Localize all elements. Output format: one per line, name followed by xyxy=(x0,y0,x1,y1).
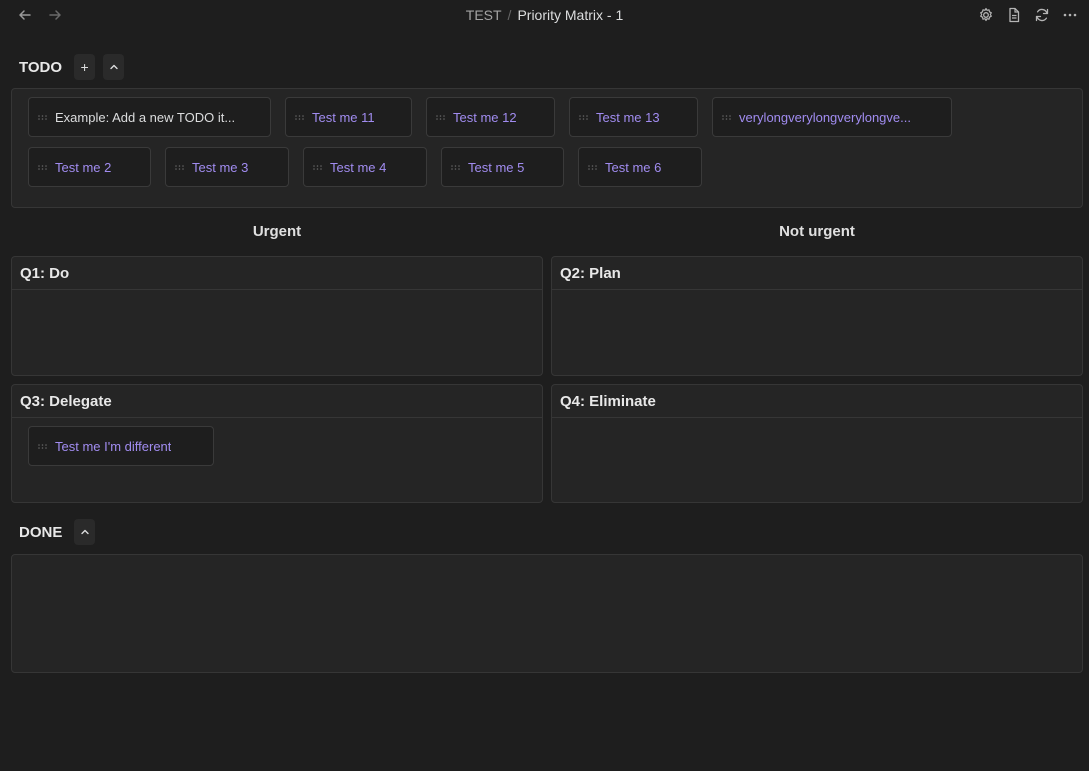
todo-card-label: verylongverylongverylongve... xyxy=(739,109,911,125)
add-todo-button[interactable]: + xyxy=(74,54,96,80)
drag-handle-icon[interactable] xyxy=(435,114,445,120)
refresh-icon xyxy=(1035,8,1049,22)
todo-header: TODO + xyxy=(19,54,125,80)
view-actions xyxy=(975,4,1081,26)
todo-card-label: Test me 4 xyxy=(330,159,387,175)
quadrant-divider xyxy=(12,289,542,290)
quadrant-title: Q1: Do xyxy=(20,265,70,282)
refresh-button[interactable] xyxy=(1031,4,1053,26)
drag-handle-icon[interactable] xyxy=(312,164,322,170)
quadrant-divider xyxy=(552,417,1082,418)
not-urgent-column-heading: Not urgent xyxy=(779,223,855,240)
todo-card[interactable]: Test me 5 xyxy=(441,147,564,187)
todo-card-label: Example: Add a new TODO it... xyxy=(55,109,236,125)
urgent-column-heading: Urgent xyxy=(252,223,302,240)
chevron-up-icon xyxy=(81,529,89,535)
todo-card[interactable]: Test me 11 xyxy=(285,97,412,137)
breadcrumb: TEST / Priority Matrix - 1 xyxy=(0,7,1089,23)
todo-card[interactable]: Test me I'm different xyxy=(28,426,214,466)
more-icon xyxy=(1063,13,1077,17)
quadrant-q2[interactable]: Q2: Plan xyxy=(551,256,1083,376)
quadrant-divider xyxy=(552,289,1082,290)
todo-card[interactable]: Example: Add a new TODO it... xyxy=(28,97,271,137)
todo-card-label: Test me 2 xyxy=(55,159,112,175)
reading-view-button[interactable] xyxy=(1003,4,1025,26)
todo-card[interactable]: verylongverylongverylongve... xyxy=(712,97,952,137)
quadrant-q3[interactable]: Q3: Delegate Test me I'm different xyxy=(11,384,543,503)
todo-card-label: Test me I'm different xyxy=(55,438,172,454)
done-title: DONE xyxy=(19,523,63,541)
breadcrumb-folder[interactable]: TEST xyxy=(466,7,502,23)
todo-card[interactable]: Test me 13 xyxy=(569,97,698,137)
drag-handle-icon[interactable] xyxy=(578,114,588,120)
todo-panel: Example: Add a new TODO it... Test me 11… xyxy=(11,88,1083,208)
drag-handle-icon[interactable] xyxy=(721,114,731,120)
quadrant-title: Q3: Delegate xyxy=(20,393,112,410)
title-bar: TEST / Priority Matrix - 1 xyxy=(0,0,1089,30)
settings-button[interactable] xyxy=(975,4,997,26)
todo-card-label: Test me 12 xyxy=(453,109,517,125)
done-panel[interactable] xyxy=(11,554,1083,673)
todo-card-label: Test me 11 xyxy=(312,109,375,125)
drag-handle-icon[interactable] xyxy=(587,164,597,170)
todo-card[interactable]: Test me 3 xyxy=(165,147,289,187)
todo-card[interactable]: Test me 6 xyxy=(578,147,702,187)
breadcrumb-file[interactable]: Priority Matrix - 1 xyxy=(517,7,623,23)
chevron-up-icon xyxy=(109,64,118,70)
collapse-done-button[interactable] xyxy=(74,519,96,545)
todo-title: TODO xyxy=(19,58,63,76)
drag-handle-icon[interactable] xyxy=(37,114,47,120)
drag-handle-icon[interactable] xyxy=(174,164,184,170)
todo-card-label: Test me 6 xyxy=(605,159,662,175)
todo-card-label: Test me 3 xyxy=(192,159,249,175)
done-header: DONE xyxy=(19,519,96,545)
drag-handle-icon[interactable] xyxy=(450,164,460,170)
todo-card[interactable]: Test me 2 xyxy=(28,147,151,187)
quadrant-title: Q4: Eliminate xyxy=(560,393,656,410)
collapse-todo-button[interactable] xyxy=(103,54,125,80)
todo-card-label: Test me 5 xyxy=(468,159,525,175)
quadrant-q1[interactable]: Q1: Do xyxy=(11,256,543,376)
drag-handle-icon[interactable] xyxy=(37,443,47,449)
quadrant-divider xyxy=(12,417,542,418)
quadrant-title: Q2: Plan xyxy=(560,265,621,282)
gear-icon xyxy=(980,7,992,22)
drag-handle-icon[interactable] xyxy=(294,114,304,120)
todo-card[interactable]: Test me 12 xyxy=(426,97,555,137)
breadcrumb-separator: / xyxy=(507,7,512,23)
drag-handle-icon[interactable] xyxy=(37,164,47,170)
document-icon xyxy=(1009,7,1020,23)
quadrant-q4[interactable]: Q4: Eliminate xyxy=(551,384,1083,503)
todo-card-label: Test me 13 xyxy=(596,109,660,125)
more-options-button[interactable] xyxy=(1059,4,1081,26)
todo-card[interactable]: Test me 4 xyxy=(303,147,427,187)
